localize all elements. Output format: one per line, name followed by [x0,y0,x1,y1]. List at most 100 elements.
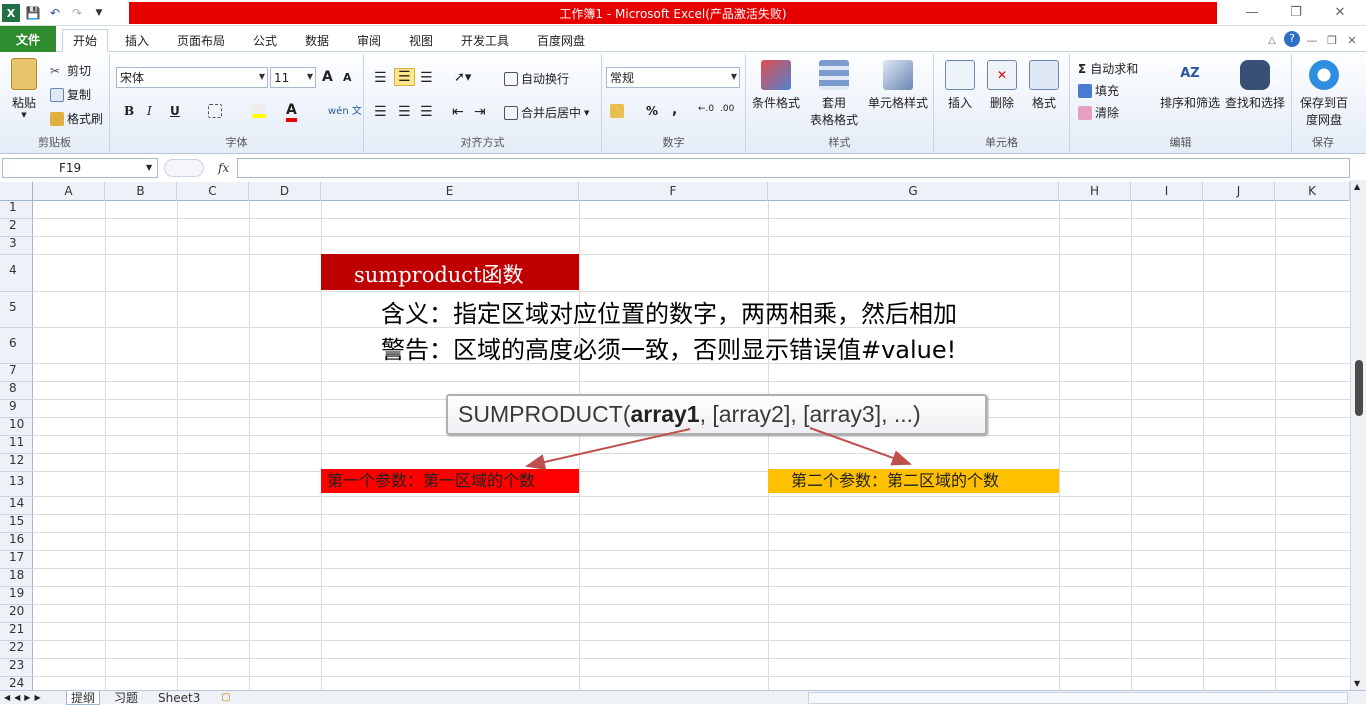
fill-button[interactable]: 填充 [1078,82,1119,99]
group-label: 样式 [828,136,851,149]
shrink-font-button[interactable]: A [343,71,352,84]
sheet-tab[interactable]: 提纲 [66,691,101,705]
wrap-text-button[interactable]: 自动换行 [504,70,569,87]
insert-function-button[interactable]: fx [218,158,234,178]
clear-button[interactable]: 清除 [1078,104,1119,121]
italic-button[interactable]: I [147,104,152,118]
font-size-combo[interactable]: 11 ▼ [270,67,316,88]
sort-filter-icon: AZ [1180,66,1200,81]
tab-formulas[interactable]: 公式 [246,29,284,52]
worksheet-grid[interactable]: A B C D E F G H I J K 1 2 3 4 5 6 7 8 9 10 11 12 13 1… [0,182,1350,690]
minimize-button[interactable]: — [1238,2,1266,22]
fill-color-button[interactable] [252,104,269,118]
vertical-scrollbar[interactable]: ▲ ▼ [1350,180,1366,690]
copy-icon [50,87,64,102]
group-label: 保存 [1312,136,1334,149]
font-name-combo[interactable]: 宋体 ▼ [116,67,268,88]
customize-qat-icon[interactable]: ▼ [90,4,108,22]
formula-input[interactable] [237,158,1350,178]
table-icon [819,60,849,90]
scroll-up-icon[interactable]: ▲ [1354,182,1360,191]
new-sheet-icon[interactable]: ▢ [216,691,236,704]
horizontal-scrollbar[interactable] [808,692,1348,704]
format-table-button[interactable]: 套用 表格格式 [804,60,864,128]
merge-icon [504,105,518,120]
scroll-down-icon[interactable]: ▼ [1354,679,1360,688]
decrease-indent-button[interactable]: ⇤ [452,104,464,120]
border-button[interactable] [208,104,225,118]
name-box[interactable]: F19 [2,158,158,178]
delete-cells-button[interactable]: ✕ 删除 [982,60,1022,111]
phonetic-button[interactable]: wén 文 [328,102,362,117]
save-to-netdisk-button[interactable]: 保存到百 度网盘 [1296,60,1352,128]
paste-icon [11,58,37,90]
grow-font-button[interactable]: A [322,69,333,85]
accounting-button[interactable] [610,104,627,118]
sheet-tab[interactable]: Sheet3 [154,691,204,705]
comma-button[interactable]: , [672,102,677,118]
group-label: 编辑 [1169,136,1192,149]
bold-button[interactable]: B [124,104,134,118]
underline-button[interactable]: U [170,104,180,118]
orientation-button[interactable]: ➚▾ [454,70,471,85]
wrap-icon [504,71,518,86]
decrease-decimal-button[interactable]: .00 [720,104,734,114]
align-center-button[interactable]: ☰ [398,104,411,120]
merge-center-button[interactable]: 合并后居中 ▼ [504,104,589,121]
tab-baidu-netdisk[interactable]: 百度网盘 [530,29,592,52]
percent-button[interactable]: % [646,104,658,118]
tab-data[interactable]: 数据 [298,29,336,52]
tab-review[interactable]: 审阅 [350,29,388,52]
align-middle-button[interactable]: ☰ [394,68,415,86]
tab-view[interactable]: 视图 [402,29,440,52]
chevron-down-icon[interactable]: ▼ [146,163,152,172]
doc-close-icon[interactable]: ✕ [1338,30,1366,50]
redo-icon[interactable]: ↷ [68,4,86,22]
param1-label-cell[interactable]: 第一个参数：第一区域的个数 [321,469,579,493]
cell-styles-button[interactable]: 单元格样式 [866,60,930,111]
align-bottom-button[interactable]: ☰ [420,70,433,86]
insert-cells-button[interactable]: 插入 [940,60,980,111]
sort-filter-button[interactable]: AZ 排序和筛选 [1160,60,1220,111]
group-label: 剪贴板 [38,136,71,149]
number-format-combo[interactable]: 常规 ▼ [606,67,740,88]
sheet-tab[interactable]: 习题 [110,691,142,705]
undo-icon[interactable]: ↶ [46,4,64,22]
group-label: 数字 [662,136,685,149]
chevron-down-icon: ▼ [584,108,590,117]
align-right-button[interactable]: ☰ [420,104,433,120]
restore-button[interactable]: ❐ [1282,2,1310,22]
paste-button[interactable]: 粘贴 ▼ [6,58,42,119]
increase-indent-button[interactable]: ⇥ [474,104,486,120]
chevron-down-icon: ▼ [730,72,737,81]
align-top-button[interactable]: ☰ [374,70,387,86]
param2-label-cell[interactable]: 第二个参数：第二区域的个数 [768,469,1059,493]
tab-page-layout[interactable]: 页面布局 [170,29,232,52]
close-button[interactable]: ✕ [1326,2,1354,22]
group-styles: 条件格式 套用 表格格式 单元格样式 样式 [746,54,934,152]
cell-styles-icon [883,60,913,90]
sheet-nav-icon[interactable]: ◀◀▶▶ [4,691,45,705]
save-icon[interactable]: 💾 [24,4,42,22]
increase-decimal-button[interactable]: ←.0 [698,104,714,114]
cut-button[interactable]: ✂ 剪切 [50,62,91,79]
font-color-button[interactable]: A [286,102,297,122]
group-clipboard: 粘贴 ▼ ✂ 剪切 复制 格式刷 剪贴板 [0,54,110,152]
tab-insert[interactable]: 插入 [118,29,156,52]
format-cells-button[interactable]: 格式 [1024,60,1064,111]
tab-file[interactable]: 文件 [0,26,56,52]
formula-bar-resize-icon[interactable] [164,159,204,177]
group-alignment: ☰ ☰ ☰ ➚▾ 自动换行 ☰ ☰ ☰ ⇤ ⇥ 合并后居中 ▼ 对齐方式 [364,54,602,152]
copy-button[interactable]: 复制 [50,86,91,103]
find-select-button[interactable]: 查找和选择 [1224,60,1286,111]
sheet-tab-bar: ◀◀▶▶ 提纲 习题 Sheet3 ▢ [0,690,1366,705]
tab-home[interactable]: 开始 [62,29,108,52]
group-editing: Σ 自动求和 填充 清除 AZ 排序和筛选 查找和选择 编辑 [1070,54,1292,152]
format-painter-button[interactable]: 格式刷 [50,110,103,127]
align-left-button[interactable]: ☰ [374,104,387,120]
conditional-format-button[interactable]: 条件格式 [750,60,802,111]
tab-developer[interactable]: 开发工具 [454,29,516,52]
scroll-thumb[interactable] [1355,360,1363,416]
autosum-button[interactable]: Σ 自动求和 [1078,60,1138,77]
border-icon [208,104,222,118]
